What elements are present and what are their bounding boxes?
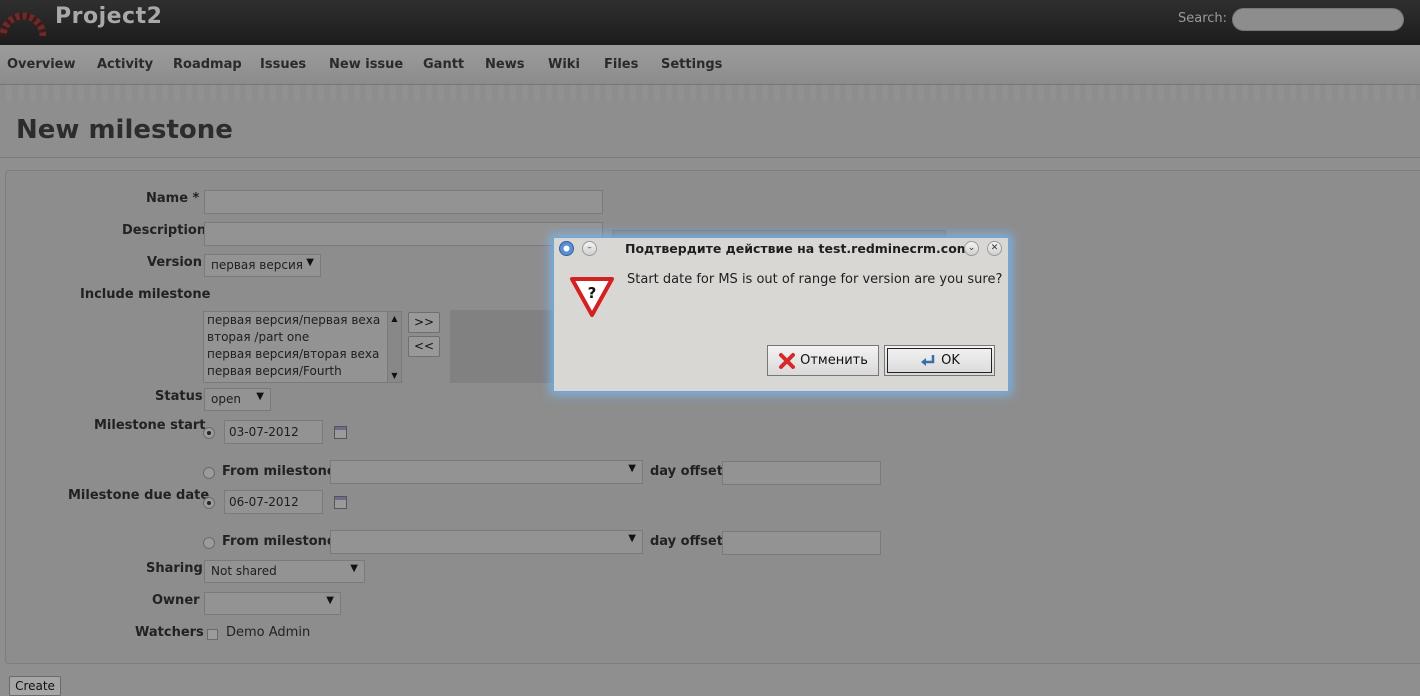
chevron-down-icon: ▼ xyxy=(628,533,636,544)
list-item[interactable]: первая версия/вторая веха xyxy=(204,346,401,363)
tab-activity[interactable]: Activity xyxy=(97,57,153,72)
from-milestone-label: From milestone xyxy=(222,534,336,549)
confirm-dialog: – Подтвердите действие на test.redminecr… xyxy=(553,237,1009,392)
top-header: Project2 Search: xyxy=(0,0,1420,45)
calendar-icon[interactable] xyxy=(334,426,347,439)
dialog-titlebar[interactable]: – Подтвердите действие на test.redminecr… xyxy=(554,238,1008,260)
create-button[interactable]: Create xyxy=(9,676,61,696)
due-from-milestone-radio[interactable] xyxy=(203,537,215,549)
chevron-down-icon: ▼ xyxy=(306,257,314,268)
due-from-milestone-select[interactable]: ▼ xyxy=(330,530,643,554)
description-label: Description xyxy=(122,223,207,238)
version-value: первая версия xyxy=(211,258,303,272)
tab-new-issue[interactable]: New issue xyxy=(329,57,403,72)
version-label: Version xyxy=(147,255,202,270)
list-scrollbar[interactable]: ▲ ▼ xyxy=(387,312,401,382)
start-day-offset-input[interactable] xyxy=(722,461,881,485)
watcher-name: Demo Admin xyxy=(226,625,311,640)
chevron-down-icon: ▼ xyxy=(326,595,334,606)
scroll-up-icon[interactable]: ▲ xyxy=(388,312,401,325)
description-input[interactable] xyxy=(204,222,603,246)
list-item[interactable]: первая версия/первая веха xyxy=(204,312,401,329)
day-offset-label: day offset xyxy=(650,534,723,549)
due-date-value: 06-07-2012 xyxy=(229,495,299,509)
redmine-logo-icon xyxy=(0,12,46,37)
project-title[interactable]: Project2 xyxy=(55,4,162,29)
cancel-label: Отменить xyxy=(800,353,868,368)
title-band: New milestone xyxy=(0,101,1420,158)
milestone-start-label: Milestone start xyxy=(94,418,206,433)
chevron-down-icon[interactable]: ⌄ xyxy=(964,241,979,256)
cancel-button[interactable]: Отменить xyxy=(767,345,879,376)
start-from-milestone-select[interactable]: ▼ xyxy=(330,460,643,484)
owner-label: Owner xyxy=(152,593,200,608)
window-menu-button[interactable]: – xyxy=(582,241,597,256)
page-title: New milestone xyxy=(16,115,233,145)
status-select[interactable]: open ▼ xyxy=(204,388,271,411)
tab-news[interactable]: News xyxy=(485,57,524,72)
browser-app-icon xyxy=(559,241,574,256)
sharing-select[interactable]: Not shared ▼ xyxy=(204,560,365,583)
scroll-down-icon[interactable]: ▼ xyxy=(388,369,401,382)
watcher-checkbox[interactable] xyxy=(207,629,218,640)
dialog-message: Start date for MS is out of range for ve… xyxy=(627,272,1003,287)
status-value: open xyxy=(211,392,241,406)
tab-overview[interactable]: Overview xyxy=(7,57,76,72)
start-date-input[interactable]: 03-07-2012 xyxy=(224,420,323,444)
tab-files[interactable]: Files xyxy=(604,57,638,72)
move-left-button[interactable]: << xyxy=(408,336,440,357)
enter-arrow-icon xyxy=(921,354,935,366)
due-day-offset-input[interactable] xyxy=(722,531,881,555)
start-date-radio[interactable] xyxy=(203,427,215,439)
calendar-icon[interactable] xyxy=(334,496,347,509)
sharing-label: Sharing xyxy=(146,561,203,576)
required-mark: * xyxy=(192,191,200,206)
search-input[interactable] xyxy=(1232,8,1404,31)
sharing-value: Not shared xyxy=(211,564,277,578)
tab-issues[interactable]: Issues xyxy=(260,57,306,72)
due-date-radio[interactable] xyxy=(203,497,215,509)
dialog-title: Подтвердите действие на test.redminecrm.… xyxy=(625,241,970,256)
decorative-stripe xyxy=(0,85,1420,101)
main-menu: Overview Activity Roadmap Issues New iss… xyxy=(0,45,1420,85)
include-milestone-list[interactable]: первая версия/первая веха вторая /part o… xyxy=(203,311,402,383)
selected-milestones-list[interactable] xyxy=(450,310,562,383)
milestone-due-label: Milestone due date xyxy=(68,488,210,503)
status-label: Status xyxy=(155,389,203,404)
chevron-down-icon: ▼ xyxy=(256,391,264,402)
cancel-x-icon xyxy=(779,352,796,369)
close-icon[interactable]: ✕ xyxy=(987,241,1002,256)
list-item[interactable]: первая версия/Fourth xyxy=(204,363,401,380)
list-item[interactable]: вторая /part one xyxy=(204,329,401,346)
version-select[interactable]: первая версия ▼ xyxy=(204,254,321,277)
due-date-input[interactable]: 06-07-2012 xyxy=(224,490,323,514)
from-milestone-label: From milestone xyxy=(222,464,336,479)
day-offset-label: day offset xyxy=(650,464,723,479)
tab-roadmap[interactable]: Roadmap xyxy=(173,57,242,72)
tab-settings[interactable]: Settings xyxy=(661,57,722,72)
tab-gantt[interactable]: Gantt xyxy=(423,57,464,72)
warning-icon: ? xyxy=(570,277,614,317)
ok-label: OK xyxy=(941,353,960,368)
chevron-down-icon: ▼ xyxy=(628,463,636,474)
chevron-down-icon: ▼ xyxy=(350,563,358,574)
start-date-value: 03-07-2012 xyxy=(229,425,299,439)
tab-wiki[interactable]: Wiki xyxy=(548,57,580,72)
watchers-label: Watchers xyxy=(135,625,204,640)
include-milestone-label: Include milestone xyxy=(80,287,211,302)
search-label: Search: xyxy=(1178,11,1228,26)
start-from-milestone-radio[interactable] xyxy=(203,467,215,479)
owner-select[interactable]: ▼ xyxy=(204,592,341,615)
name-input[interactable] xyxy=(204,190,603,214)
ok-button[interactable]: OK xyxy=(884,345,995,376)
svg-text:?: ? xyxy=(588,284,597,302)
name-label: Name * xyxy=(146,191,200,206)
move-right-button[interactable]: >> xyxy=(408,312,440,333)
